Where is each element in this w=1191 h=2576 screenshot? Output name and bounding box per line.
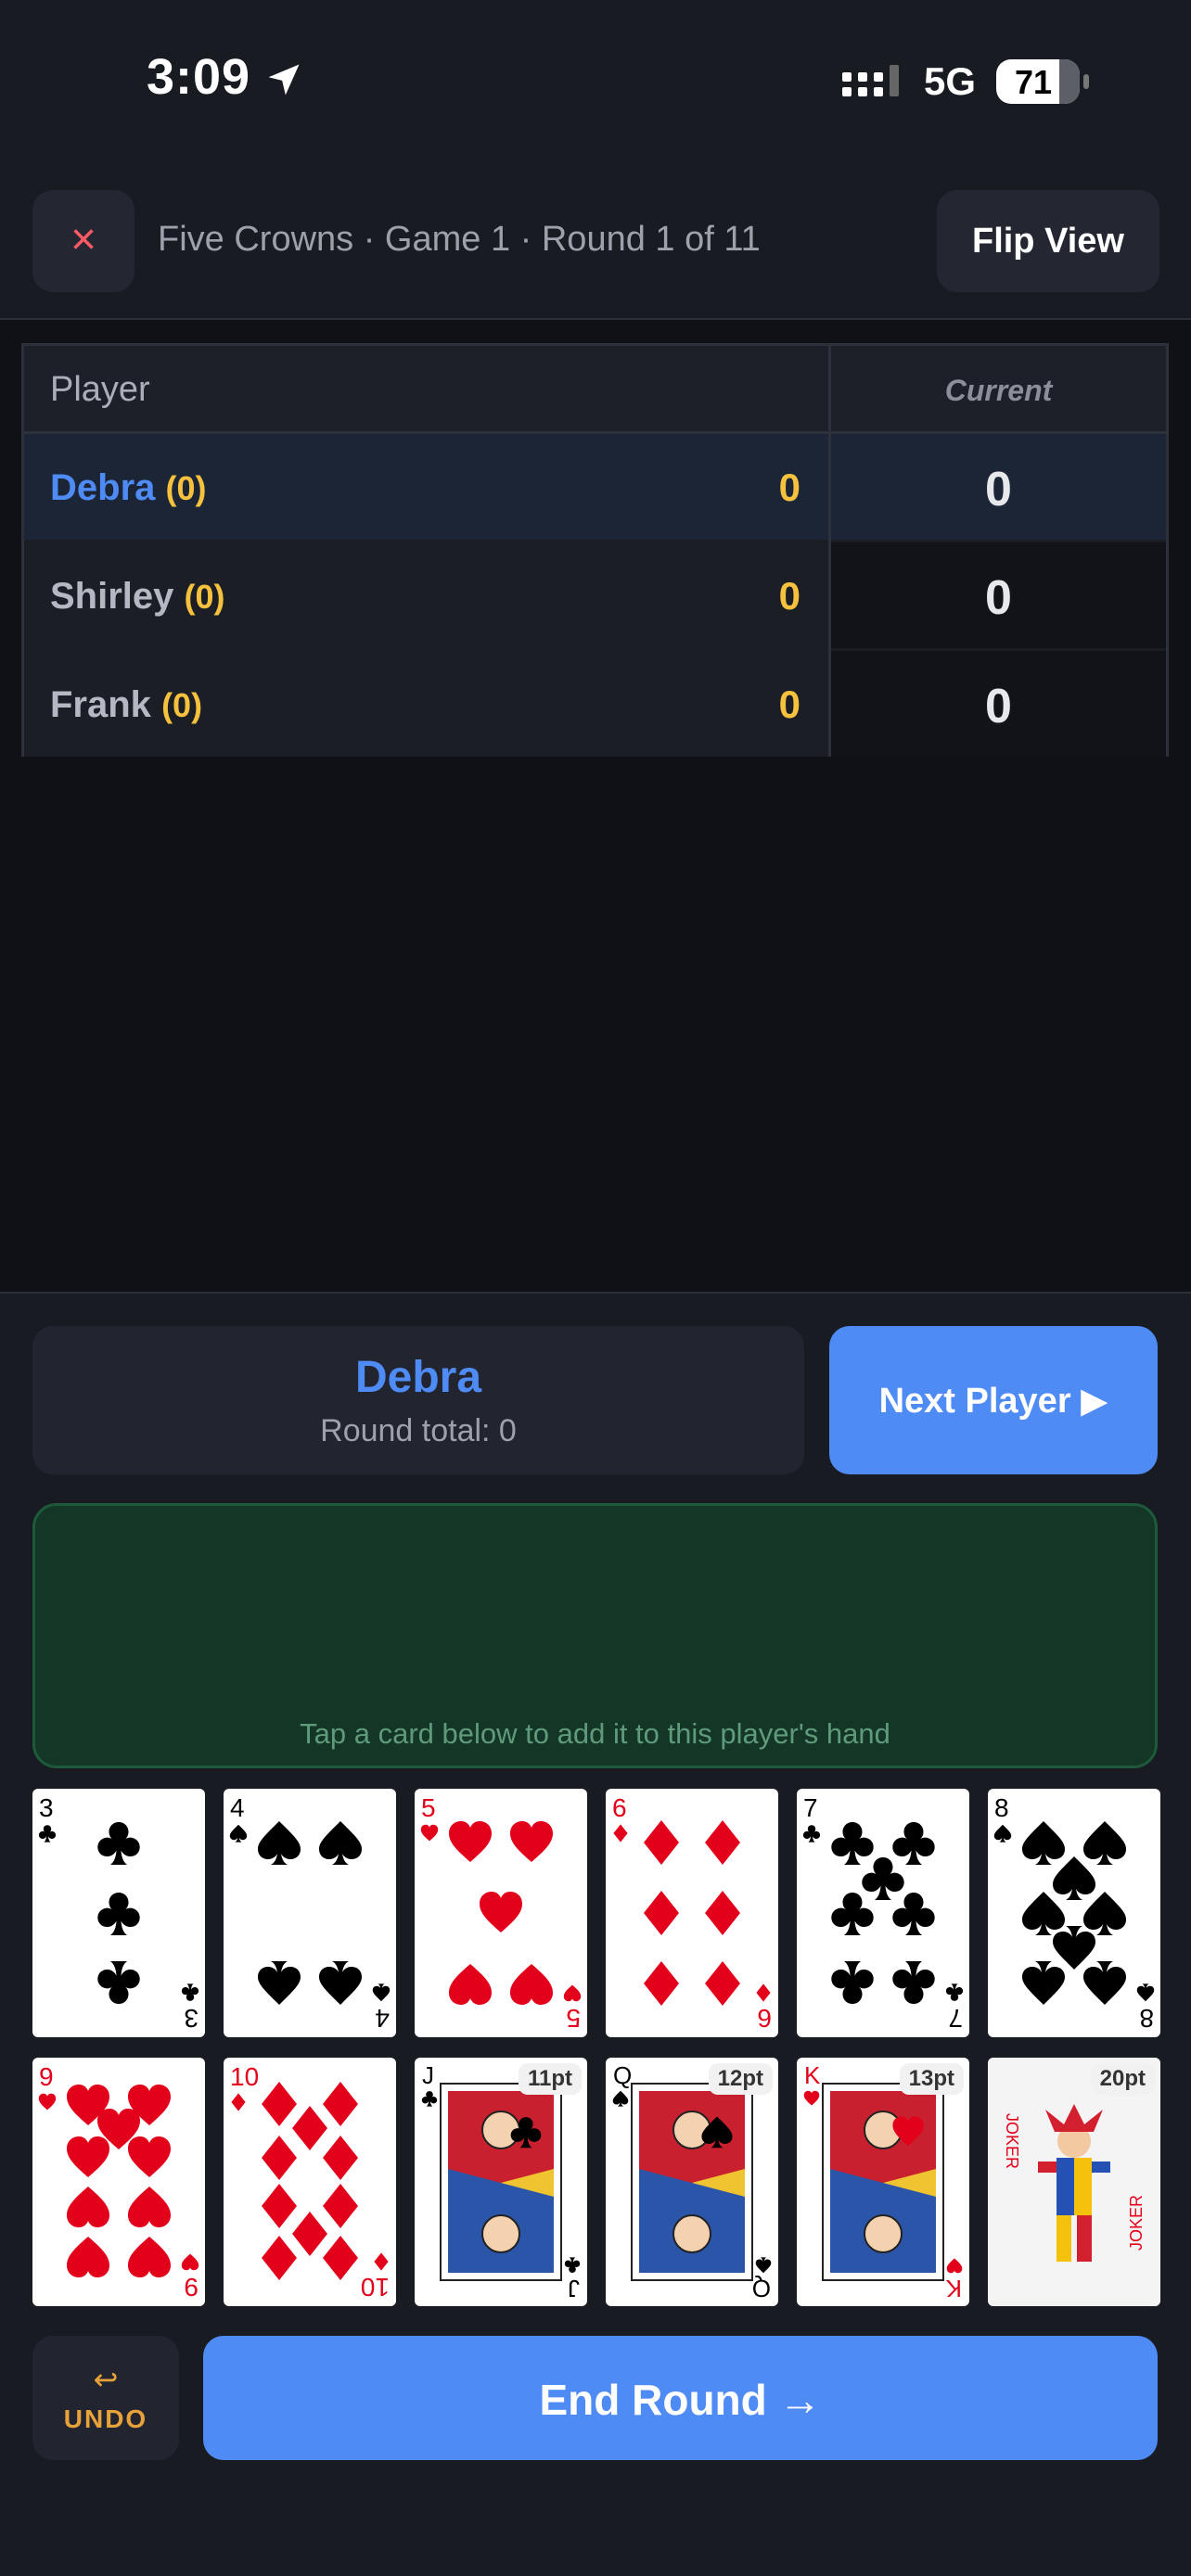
hand-drop-area[interactable]: Tap a card below to add it to this playe…: [32, 1503, 1158, 1768]
player-current-cell: 0: [831, 651, 1166, 757]
card-4-spades[interactable]: 44: [224, 1789, 396, 2037]
player-name: Frank (0): [50, 684, 202, 726]
column-divider: [828, 346, 831, 754]
player-name-cell: Frank (0) 0: [24, 651, 828, 757]
svg-text:J: J: [568, 2275, 580, 2302]
player-name-cell: Debra (0) 0: [24, 434, 828, 540]
card-3-clubs[interactable]: 33: [32, 1789, 205, 2037]
scoring-panel: Debra Round total: 0 Next Player ▶ Tap a…: [0, 1292, 1191, 2576]
player-name: Shirley (0): [50, 576, 225, 618]
close-icon: ×: [70, 215, 97, 264]
svg-text:K: K: [945, 2275, 962, 2302]
card-7-clubs[interactable]: 77: [797, 1789, 969, 2037]
svg-text:Q: Q: [752, 2275, 771, 2302]
svg-text:6: 6: [612, 1793, 627, 1822]
game-title: Five Crowns · Game 1 · Round 1 of 11: [158, 220, 761, 259]
player-name-cell: Shirley (0) 0: [24, 542, 828, 648]
battery-level: 71: [1014, 63, 1053, 101]
svg-text:8: 8: [994, 1793, 1009, 1822]
status-time: 3:09: [147, 49, 251, 105]
undo-icon: ↩: [93, 2363, 119, 2396]
end-round-button[interactable]: End Round →: [203, 2336, 1158, 2460]
flip-view-label: Flip View: [971, 222, 1124, 261]
svg-text:K: K: [804, 2061, 821, 2089]
svg-text:9: 9: [184, 2273, 198, 2302]
player-row-shirley[interactable]: Shirley (0) 0 0: [24, 542, 1166, 648]
player-current-score: 0: [985, 463, 1012, 516]
card-points-badge: 13pt: [899, 2063, 964, 2095]
flip-view-button[interactable]: Flip View: [937, 190, 1159, 292]
svg-text:9: 9: [39, 2062, 54, 2091]
score-table: Player Current Debra (0) 0 0 Shirley (0) 0 0 F…: [21, 343, 1169, 757]
close-button[interactable]: ×: [32, 190, 134, 292]
next-player-button[interactable]: Next Player ▶: [829, 1326, 1158, 1474]
current-player-card: Debra Round total: 0: [32, 1326, 804, 1474]
svg-text:5: 5: [421, 1793, 436, 1822]
player-total: 0: [778, 682, 800, 726]
column-header-player: Player: [50, 370, 150, 409]
player-row-frank[interactable]: Frank (0) 0 0: [24, 651, 1166, 757]
location-arrow-icon: [268, 64, 300, 96]
current-player-name: Debra: [354, 1353, 482, 1402]
svg-text:4: 4: [230, 1793, 245, 1822]
undo-label: UNDO: [63, 2404, 148, 2433]
app-header: × Five Crowns · Game 1 · Round 1 of 11 F…: [0, 162, 1191, 320]
player-current-score: 0: [985, 680, 1012, 733]
status-bar: 3:09 5G 71: [0, 0, 1191, 162]
undo-button[interactable]: ↩ UNDO: [32, 2336, 179, 2460]
player-total: 0: [778, 465, 800, 509]
player-name-text: Shirley: [50, 576, 174, 617]
card-8-spades[interactable]: 88: [988, 1789, 1160, 2037]
player-current-cell: 0: [831, 434, 1166, 540]
player-name-text: Debra: [50, 467, 156, 508]
card-q-spades[interactable]: Q Q 12pt: [606, 2058, 778, 2306]
player-row-debra[interactable]: Debra (0) 0 0: [24, 434, 1166, 540]
card-points-badge: 12pt: [708, 2063, 773, 2095]
player-name: Debra (0): [50, 467, 207, 509]
card-points-badge: 11pt: [518, 2063, 582, 2095]
round-total: Round total: 0: [320, 1413, 517, 1448]
card-6-diamonds[interactable]: 66: [606, 1789, 778, 2037]
end-round-label: End Round →: [539, 2376, 822, 2424]
card-10-diamonds[interactable]: 10 10: [224, 2058, 396, 2306]
svg-text:7: 7: [948, 2004, 963, 2033]
card-5-hearts[interactable]: 55: [415, 1789, 587, 2037]
card-joker-joker[interactable]: JOKER JOKER 20pt: [988, 2058, 1160, 2306]
svg-text:10: 10: [230, 2062, 259, 2091]
svg-text:JOKER: JOKER: [1003, 2113, 1021, 2169]
player-score-badge: (0): [165, 469, 207, 507]
signal-strength-icon: [842, 65, 899, 96]
svg-text:3: 3: [39, 1793, 54, 1822]
svg-text:8: 8: [1139, 2004, 1154, 2033]
svg-text:J: J: [422, 2061, 434, 2089]
battery-icon: 71: [996, 59, 1089, 104]
column-header-current: Current: [944, 374, 1053, 407]
card-points-badge: 20pt: [1090, 2063, 1155, 2095]
network-type: 5G: [924, 59, 977, 103]
svg-text:4: 4: [375, 2004, 390, 2033]
svg-text:6: 6: [757, 2004, 772, 2033]
player-score-badge: (0): [161, 686, 203, 724]
player-score-badge: (0): [184, 578, 225, 616]
card-9-hearts[interactable]: 99: [32, 2058, 205, 2306]
svg-text:10: 10: [361, 2273, 390, 2302]
svg-text:JOKER: JOKER: [1127, 2195, 1146, 2251]
card-j-clubs[interactable]: J J 11pt: [415, 2058, 587, 2306]
svg-text:Q: Q: [613, 2061, 632, 2089]
player-current-score: 0: [985, 571, 1012, 625]
next-player-label: Next Player ▶: [878, 1382, 1108, 1421]
card-k-hearts[interactable]: K K 13pt: [797, 2058, 969, 2306]
svg-text:5: 5: [566, 2004, 581, 2033]
hand-hint: Tap a card below to add it to this playe…: [300, 1717, 890, 1750]
svg-text:7: 7: [803, 1793, 818, 1822]
svg-text:3: 3: [184, 2004, 198, 2033]
player-total: 0: [778, 574, 800, 618]
player-current-cell: 0: [831, 542, 1166, 648]
player-name-text: Frank: [50, 684, 151, 725]
table-header: Player Current: [24, 346, 1166, 434]
